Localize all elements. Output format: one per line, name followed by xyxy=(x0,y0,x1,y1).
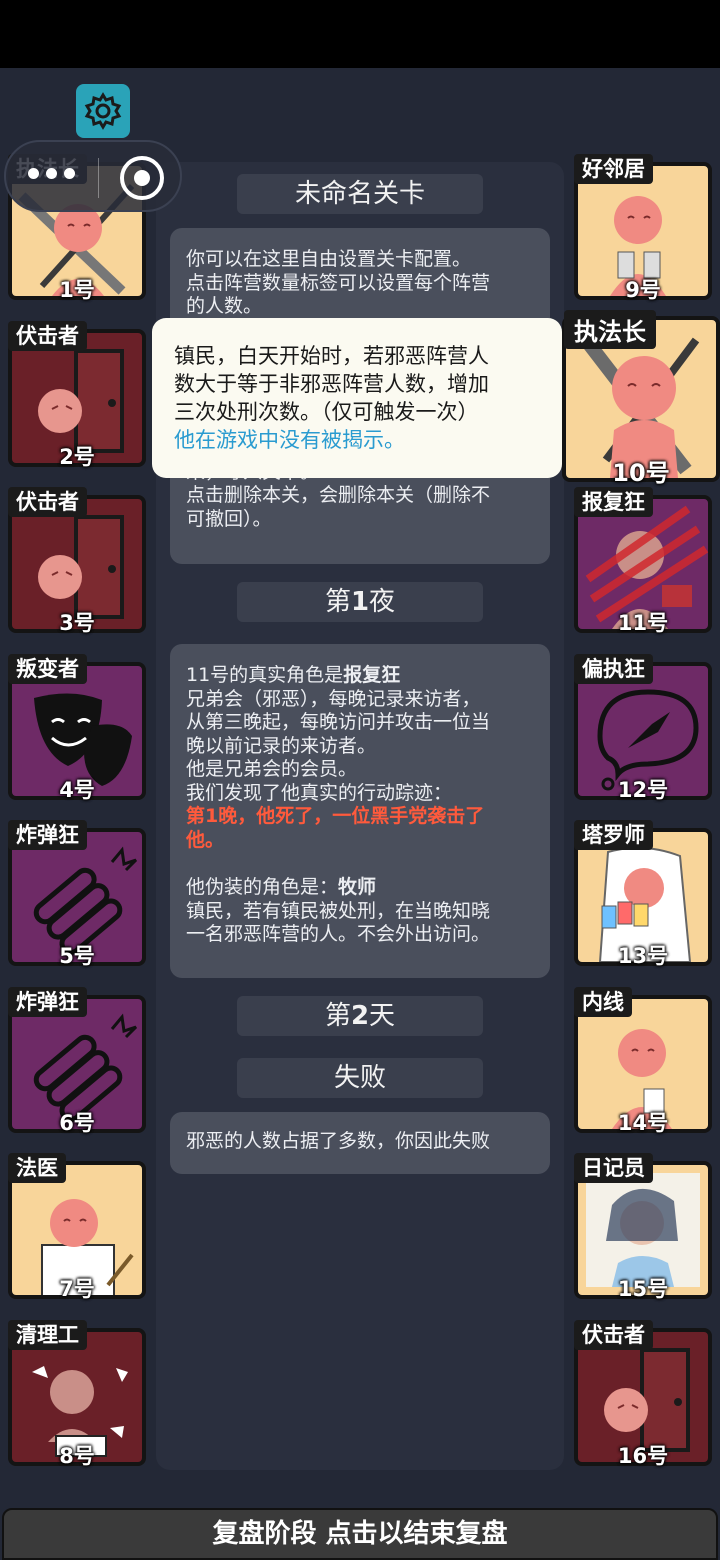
intro-line: 你可以在这里自由设置关卡配置。 xyxy=(186,248,472,270)
night-1-header: 第1夜 xyxy=(237,582,483,622)
gear-icon xyxy=(84,92,122,130)
seat-role-label: 执法长 xyxy=(564,310,656,349)
role-desc-line: 晚以前记录的来访者。 xyxy=(186,734,377,757)
seat-11号[interactable]: 报复狂 11号 xyxy=(574,487,712,635)
seat-number: 3号 xyxy=(59,611,95,635)
seat-8号[interactable]: 清理工 8号 xyxy=(8,1319,146,1468)
day-2-header: 第2天 xyxy=(237,996,483,1036)
intro-line: 的人数。 xyxy=(186,295,263,317)
death-event: 第1晚，他死了，一位黑手党袭击了 xyxy=(186,805,485,827)
role-tooltip: 镇民，白天开始时，若邪恶阵营人 数大于等于非邪恶阵营人数，增加 三次处刑次数。（… xyxy=(152,318,562,478)
seat-16号[interactable]: 伏击者 16号 xyxy=(574,1319,712,1468)
seat-number: 8号 xyxy=(59,1443,95,1468)
seat-number: 14号 xyxy=(617,1110,669,1135)
seat-3号[interactable]: 伏击者 3号 xyxy=(8,487,146,635)
seat-role-label: 法医 xyxy=(8,1153,66,1183)
result-card: 邪恶的人数占据了多数，你因此失败 xyxy=(170,1112,550,1174)
seat-role-label: 清理工 xyxy=(8,1319,87,1350)
result-text: 邪恶的人数占据了多数，你因此失败 xyxy=(186,1130,491,1152)
seat-role-label: 塔罗师 xyxy=(574,820,653,850)
seat-role-label: 伏击者 xyxy=(8,320,87,351)
level-title: 未命名关卡 xyxy=(237,174,483,214)
seat-13号[interactable]: 塔罗师 13号 xyxy=(574,820,712,968)
seat-7号[interactable]: 法医 7号 xyxy=(8,1153,146,1301)
seat-number: 11号 xyxy=(617,611,669,635)
seat-number: 15号 xyxy=(617,1277,669,1301)
result-header: 失败 xyxy=(237,1058,483,1098)
end-review-button[interactable]: 复盘阶段 点击以结束复盘 xyxy=(2,1508,718,1560)
seat-role-label: 叛变者 xyxy=(8,653,87,684)
seat-12号[interactable]: 偏执狂 12号 xyxy=(574,653,712,802)
intro-line: 点击删除本关，会删除本关（删除不 xyxy=(186,484,491,506)
tooltip-line: 数大于等于非邪恶阵营人数，增加 xyxy=(174,372,489,396)
seat-number: 7号 xyxy=(59,1277,95,1301)
seat-15号[interactable]: 日记员 15号 xyxy=(574,1153,712,1301)
disguise-line: 他伪装的角色是：牧师 xyxy=(186,876,377,898)
role-desc-line: 他是兄弟会的会员。 xyxy=(186,758,358,780)
highlighted-seat[interactable]: 执法长 10号 xyxy=(562,310,720,487)
death-event: 他。 xyxy=(186,828,225,851)
role-desc-line: 我们发现了他真实的行动踪迹： xyxy=(186,781,453,804)
disguise-desc-line: 一名邪恶阵营的人。不会外出访问。 xyxy=(186,923,491,945)
tooltip-line: 镇民，白天开始时，若邪恶阵营人 xyxy=(174,344,489,368)
seat-number: 4号 xyxy=(59,777,95,802)
true-role-line: 11号的真实角色是报复狂 xyxy=(186,664,401,686)
seat-role-label: 伏击者 xyxy=(574,1319,653,1350)
ellipsis-icon[interactable] xyxy=(28,168,75,179)
seat-role-label: 好邻居 xyxy=(574,154,653,184)
status-bar xyxy=(0,0,720,68)
seat-5号[interactable]: 炸弹狂 5号 xyxy=(8,820,146,968)
menu-divider xyxy=(98,158,99,198)
seat-number: 5号 xyxy=(59,944,95,968)
seat-number: 9号 xyxy=(625,278,661,302)
target-icon[interactable] xyxy=(120,156,164,200)
seat-14号[interactable]: 内线 14号 xyxy=(574,986,712,1135)
seat-6号[interactable]: 炸弹狂 6号 xyxy=(8,986,146,1135)
seat-number: 16号 xyxy=(617,1443,669,1468)
seat-2号[interactable]: 伏击者 2号 xyxy=(8,320,146,469)
seat-number: 2号 xyxy=(59,444,95,469)
seat-role-label: 报复狂 xyxy=(574,487,653,517)
seat-role-label: 偏执狂 xyxy=(574,653,653,684)
seat-role-label: 伏击者 xyxy=(8,487,87,517)
seat-4号[interactable]: 叛变者 4号 xyxy=(8,653,146,802)
seat-role-label: 内线 xyxy=(574,986,632,1017)
seat-number: 6号 xyxy=(59,1110,95,1135)
intro-line: 可撤回）。 xyxy=(186,507,272,530)
seat-role-label: 炸弹狂 xyxy=(8,986,87,1017)
tooltip-line: 三次处刑次数。（仅可触发一次） xyxy=(174,400,479,424)
seat-number: 13号 xyxy=(617,944,669,968)
seat-number: 1号 xyxy=(59,278,95,302)
intro-line: 点击阵营数量标签可以设置每个阵营 xyxy=(186,271,491,294)
seat-9号[interactable]: 好邻居 9号 xyxy=(574,154,712,302)
seat-role-label: 炸弹狂 xyxy=(8,820,87,850)
floating-menu xyxy=(4,140,182,212)
seat-number: 10号 xyxy=(612,459,670,487)
role-desc-line: 兄弟会（邪恶），每晚记录来访者， xyxy=(186,687,481,710)
night-1-card: 11号的真实角色是报复狂 兄弟会（邪恶），每晚记录来访者， 从第三晚起，每晚访问… xyxy=(170,644,550,978)
tooltip-hint: 他在游戏中没有被揭示。 xyxy=(174,428,405,452)
role-desc-line: 从第三晚起，每晚访问并攻击一位当 xyxy=(186,711,491,733)
settings-button[interactable] xyxy=(76,84,130,138)
seat-number: 12号 xyxy=(617,777,669,802)
seat-role-label: 日记员 xyxy=(574,1153,653,1183)
disguise-desc-line: 镇民，若有镇民被处刑，在当晚知晓 xyxy=(186,899,491,922)
